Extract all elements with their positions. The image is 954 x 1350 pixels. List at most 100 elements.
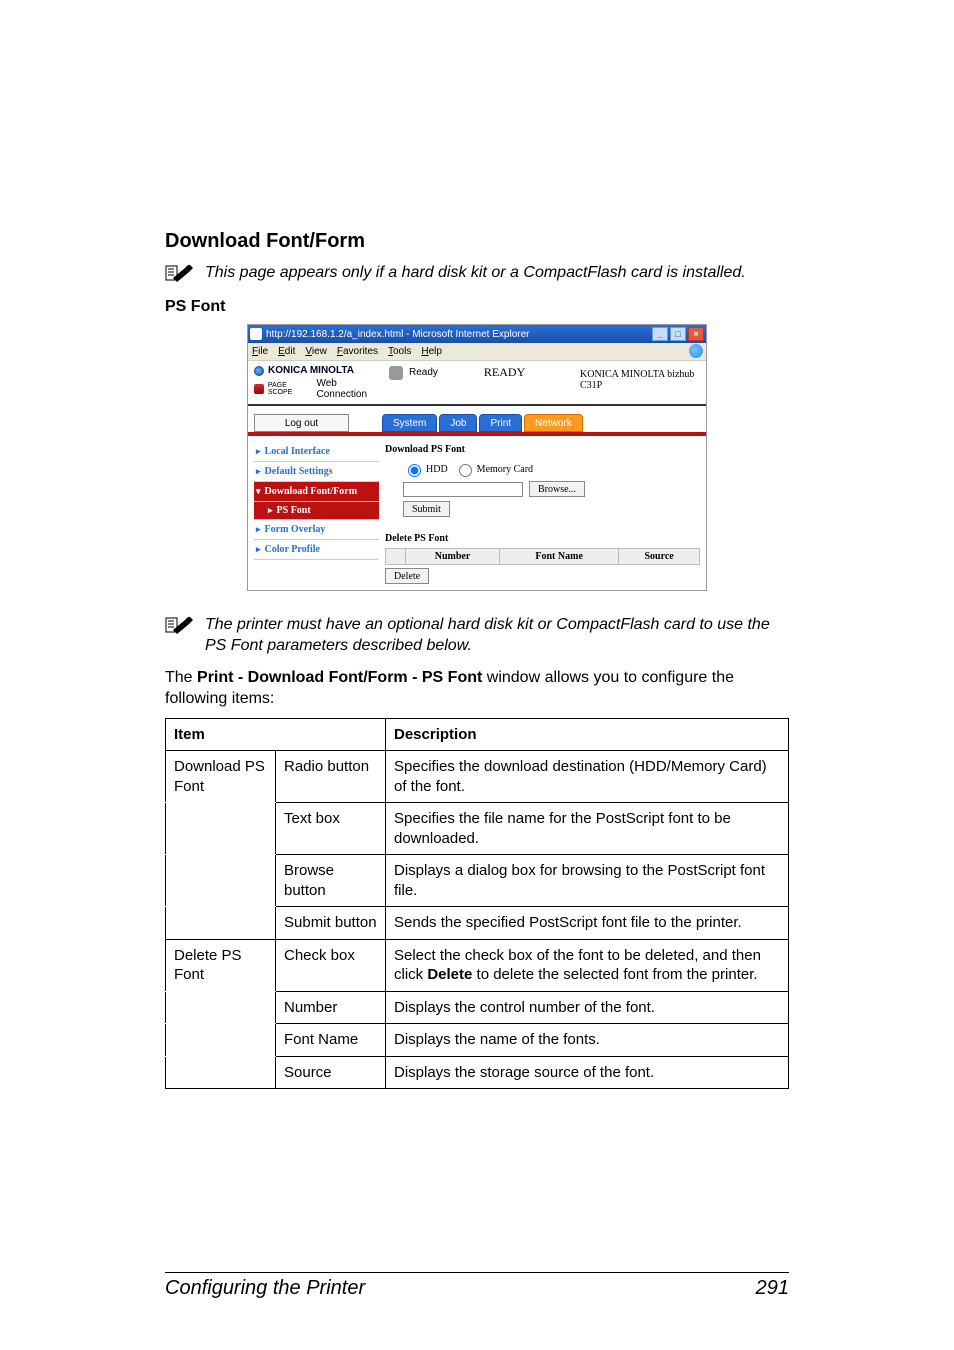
delete-button[interactable]: Delete bbox=[385, 568, 429, 584]
minimize-button[interactable]: _ bbox=[652, 327, 668, 341]
tab-job[interactable]: Job bbox=[439, 414, 477, 432]
intro-bold: Print - Download Font/Form - PS Font bbox=[197, 669, 482, 686]
memcard-radio-input[interactable] bbox=[459, 464, 472, 477]
web-connection-label: Web Connection bbox=[316, 378, 389, 400]
delete-ps-font-title: Delete PS Font bbox=[385, 533, 700, 544]
sidebar-label: Color Profile bbox=[265, 544, 320, 555]
window-title: http://192.168.1.2/a_index.html - Micros… bbox=[266, 329, 652, 340]
close-button[interactable]: × bbox=[688, 327, 704, 341]
ie-favicon bbox=[250, 328, 262, 340]
note-icon bbox=[165, 615, 201, 640]
footer-title: Configuring the Printer bbox=[165, 1277, 365, 1300]
cell-browse-button: Browse button bbox=[276, 855, 386, 907]
menu-tools[interactable]: Tools bbox=[388, 346, 411, 357]
cell-blank bbox=[166, 907, 276, 940]
page-footer: Configuring the Printer 291 bbox=[165, 1272, 789, 1300]
cell-number: Number bbox=[276, 991, 386, 1024]
cell-text-box: Text box bbox=[276, 803, 386, 855]
sidebar-label: Download Font/Form bbox=[265, 486, 358, 497]
window-titlebar: http://192.168.1.2/a_index.html - Micros… bbox=[248, 325, 706, 343]
intro-paragraph: The Print - Download Font/Form - PS Font… bbox=[165, 667, 789, 710]
pagescope-label: PAGE SCOPE bbox=[268, 382, 313, 396]
cell-submit-desc: Sends the specified PostScript font file… bbox=[386, 907, 789, 940]
cell-font-name: Font Name bbox=[276, 1024, 386, 1057]
ready-big: READY bbox=[484, 365, 525, 380]
brand-name: KONICA MINOLTA bbox=[268, 365, 354, 376]
sidebar-label: PS Font bbox=[277, 505, 311, 516]
cbd-b: Delete bbox=[427, 966, 472, 983]
delete-table: Number Font Name Source bbox=[385, 548, 700, 565]
cell-radio-button: Radio button bbox=[276, 751, 386, 803]
tab-print[interactable]: Print bbox=[479, 414, 522, 432]
col-number: Number bbox=[406, 549, 500, 565]
file-path-input[interactable] bbox=[403, 482, 523, 497]
note-text-2: The printer must have an optional hard d… bbox=[201, 615, 789, 657]
pagescope-icon bbox=[254, 384, 264, 394]
memcard-radio[interactable]: Memory Card bbox=[454, 461, 533, 477]
cell-source: Source bbox=[276, 1056, 386, 1089]
cell-source-desc: Displays the storage source of the font. bbox=[386, 1056, 789, 1089]
note-text-1: This page appears only if a hard disk ki… bbox=[201, 263, 746, 284]
sidebar-item-ps-font[interactable]: PS Font bbox=[254, 502, 379, 520]
cell-font-name-desc: Displays the name of the fonts. bbox=[386, 1024, 789, 1057]
th-description: Description bbox=[386, 718, 789, 751]
printer-status-icon bbox=[389, 366, 403, 380]
main-pane: Download PS Font HDD Memory Card Browse.… bbox=[385, 442, 700, 584]
th-item: Item bbox=[166, 718, 386, 751]
cell-check-box: Check box bbox=[276, 939, 386, 991]
col-source: Source bbox=[619, 549, 700, 565]
logout-button[interactable]: Log out bbox=[254, 414, 349, 432]
cbd-c: to delete the selected font from the pri… bbox=[472, 966, 757, 983]
sidebar-item-color-profile[interactable]: Color Profile bbox=[254, 540, 379, 560]
sidebar-item-default-settings[interactable]: Default Settings bbox=[254, 462, 379, 482]
menu-file[interactable]: File bbox=[252, 346, 268, 357]
cell-check-box-desc: Select the check box of the font to be d… bbox=[386, 939, 789, 991]
ready-small: Ready bbox=[409, 367, 438, 378]
menu-view[interactable]: View bbox=[305, 346, 327, 357]
cell-number-desc: Displays the control number of the font. bbox=[386, 991, 789, 1024]
menu-edit[interactable]: Edit bbox=[278, 346, 295, 357]
tab-network[interactable]: Network bbox=[524, 414, 583, 432]
sidebar-label: Local Interface bbox=[265, 446, 330, 457]
browse-button[interactable]: Browse... bbox=[529, 481, 585, 497]
menu-favorites[interactable]: Favorites bbox=[337, 346, 378, 357]
brand-logo-icon bbox=[254, 366, 264, 376]
section-title: Download Font/Form bbox=[165, 230, 789, 253]
model-line-2: C31P bbox=[580, 380, 700, 391]
page-header: KONICA MINOLTA PAGE SCOPE Web Connection… bbox=[248, 361, 706, 406]
cell-blank bbox=[166, 855, 276, 907]
model-line-1: KONICA MINOLTA bizhub bbox=[580, 369, 700, 380]
cell-radio-desc: Specifies the download destination (HDD/… bbox=[386, 751, 789, 803]
page-number: 291 bbox=[756, 1277, 789, 1300]
sidebar-item-form-overlay[interactable]: Form Overlay bbox=[254, 520, 379, 540]
cell-browse-desc: Displays a dialog box for browsing to th… bbox=[386, 855, 789, 907]
submit-button[interactable]: Submit bbox=[403, 501, 450, 517]
cell-blank bbox=[166, 1056, 276, 1089]
menu-help[interactable]: Help bbox=[421, 346, 442, 357]
sidebar-label: Form Overlay bbox=[265, 524, 326, 535]
cell-blank bbox=[166, 803, 276, 855]
cell-text-box-desc: Specifies the file name for the PostScri… bbox=[386, 803, 789, 855]
memcard-label: Memory Card bbox=[477, 464, 533, 475]
hdd-radio-input[interactable] bbox=[408, 464, 421, 477]
tab-system[interactable]: System bbox=[382, 414, 437, 432]
sidebar-item-download-font-form[interactable]: Download Font/Form bbox=[254, 482, 379, 502]
tab-bar: System Job Print Network bbox=[382, 414, 585, 432]
sidebar-item-local-interface[interactable]: Local Interface bbox=[254, 442, 379, 462]
col-checkbox bbox=[386, 549, 406, 565]
cell-blank bbox=[166, 1024, 276, 1057]
menu-bar: File Edit View Favorites Tools Help bbox=[248, 343, 706, 361]
download-ps-font-title: Download PS Font bbox=[385, 444, 700, 455]
cell-delete-ps-font: Delete PS Font bbox=[166, 939, 276, 991]
sidebar-label: Default Settings bbox=[265, 466, 333, 477]
cell-download-ps-font: Download PS Font bbox=[166, 751, 276, 803]
sub-heading: PS Font bbox=[165, 298, 789, 316]
description-table: Item Description Download PS Font Radio … bbox=[165, 718, 789, 1090]
intro-pre: The bbox=[165, 669, 197, 686]
cell-blank bbox=[166, 991, 276, 1024]
hdd-radio[interactable]: HDD bbox=[403, 461, 448, 477]
ie-logo-icon bbox=[689, 344, 703, 358]
maximize-button[interactable]: □ bbox=[670, 327, 686, 341]
note-icon bbox=[165, 263, 201, 288]
sidebar: Local Interface Default Settings Downloa… bbox=[254, 442, 379, 584]
